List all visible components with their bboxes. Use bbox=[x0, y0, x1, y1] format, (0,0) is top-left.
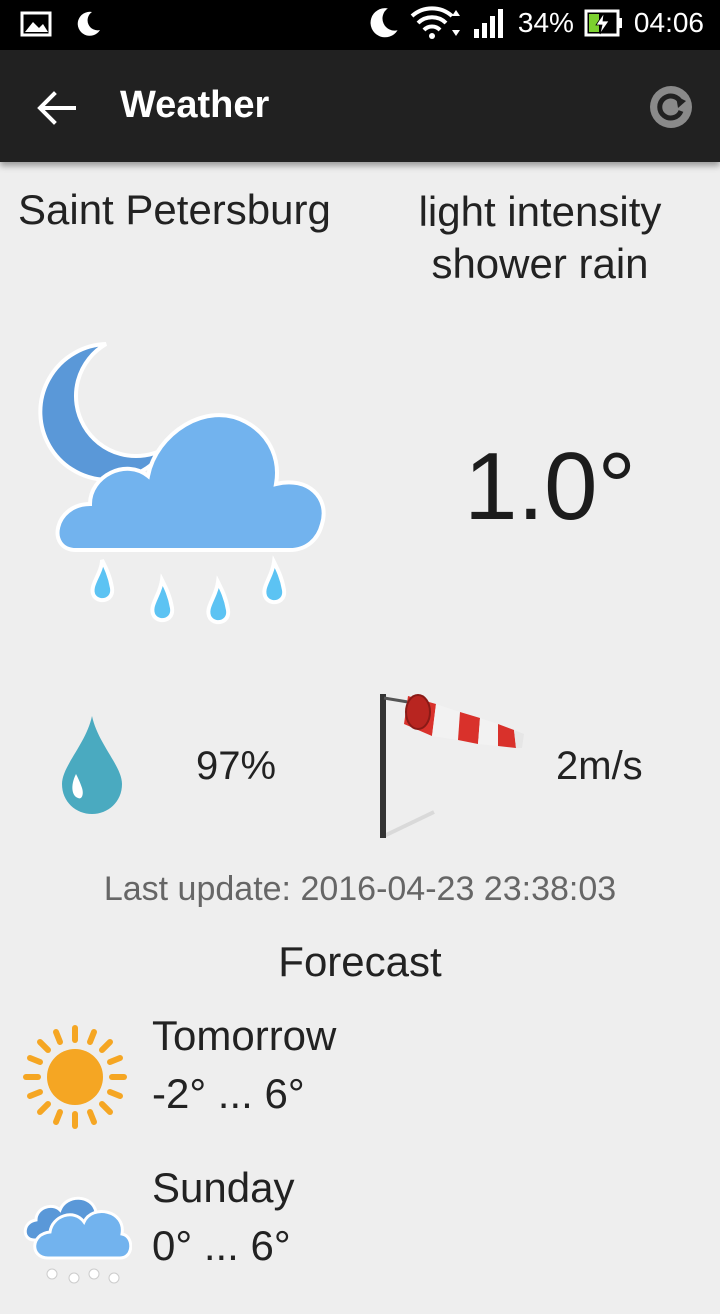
last-update-text: Last update: 2016-04-23 23:38:03 bbox=[103, 870, 617, 908]
forecast-day: Sunday bbox=[152, 1164, 295, 1211]
moon-icon bbox=[77, 11, 100, 36]
cloud-snow-icon bbox=[23, 1196, 132, 1284]
forecast-item: Tomorrow -2° ... 6° bbox=[0, 1012, 720, 1162]
humidity-value: 97% bbox=[196, 744, 277, 788]
wifi-icon bbox=[410, 6, 460, 39]
gallery-icon bbox=[20, 11, 52, 37]
sun-icon bbox=[23, 1025, 127, 1129]
weather-description: light intensity shower rain bbox=[418, 188, 662, 287]
battery-percent: 34% bbox=[517, 7, 574, 38]
current-temperature: 1.0° bbox=[464, 433, 636, 540]
humidity-drop-icon bbox=[62, 716, 122, 814]
forecast-temp-range: -2° ... 6° bbox=[152, 1070, 305, 1117]
refresh-icon[interactable] bbox=[648, 84, 694, 130]
moon-icon bbox=[370, 8, 398, 38]
page-title: Weather bbox=[120, 84, 270, 126]
status-bar: 34% 04:06 bbox=[0, 0, 720, 50]
back-arrow-icon[interactable] bbox=[34, 86, 78, 130]
forecast-temp-range: 0° ... 6° bbox=[152, 1222, 291, 1269]
forecast-day: Tomorrow bbox=[152, 1012, 337, 1059]
clock: 04:06 bbox=[633, 7, 704, 38]
windsock-icon bbox=[380, 694, 524, 838]
signal-icon bbox=[473, 9, 503, 38]
night-rain-cloud-icon bbox=[38, 342, 326, 625]
app-bar: Weather bbox=[0, 50, 720, 162]
forecast-item: Sunday 0° ... 6° bbox=[0, 1164, 720, 1314]
wind-speed-value: 2m/s bbox=[556, 744, 643, 788]
city-name: Saint Petersburg bbox=[18, 186, 331, 233]
forecast-heading: Forecast bbox=[278, 938, 442, 985]
battery-charging-icon bbox=[584, 9, 622, 37]
